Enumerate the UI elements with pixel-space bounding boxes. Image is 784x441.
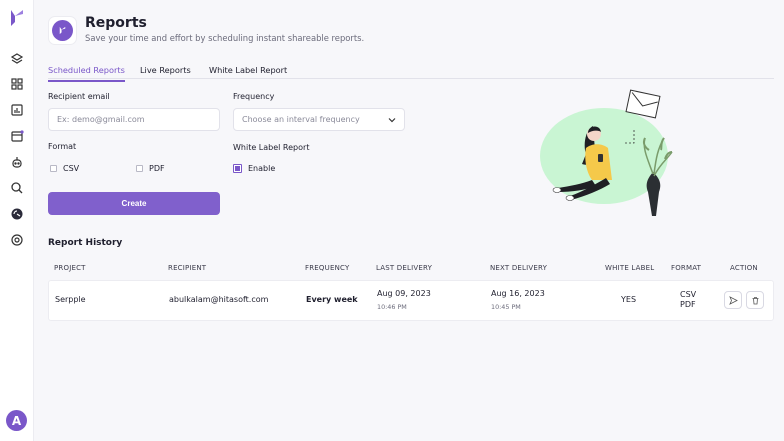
send-report-button[interactable]: [724, 291, 742, 309]
cell-frequency: Every week: [306, 295, 358, 304]
cell-next-delivery-date: Aug 16, 2023: [491, 289, 545, 298]
delete-report-button[interactable]: [746, 291, 764, 309]
format-csv-checkbox[interactable]: CSV: [50, 164, 79, 173]
report-icon[interactable]: [10, 207, 24, 221]
checkbox-box-checked[interactable]: [233, 164, 242, 173]
column-header: LAST DELIVERY: [376, 264, 433, 272]
white-label-report-label: White Label Report: [233, 143, 310, 152]
report-history-header: PROJECT RECIPIENT FREQUENCY LAST DELIVER…: [48, 259, 774, 279]
create-button[interactable]: Create: [48, 192, 220, 215]
send-icon: [728, 295, 738, 305]
grid-icon[interactable]: [10, 77, 24, 91]
tab-white-label-report[interactable]: White Label Report: [209, 65, 287, 80]
recipient-email-input[interactable]: Ex: demo@gmail.com: [48, 108, 220, 131]
cell-format-csv: CSV: [680, 290, 697, 299]
format-csv-label: CSV: [63, 164, 80, 173]
cell-last-delivery-date: Aug 09, 2023: [377, 289, 431, 298]
trash-icon: [752, 296, 758, 304]
tab-scheduled-reports[interactable]: Scheduled Reports: [48, 65, 125, 82]
app-logo[interactable]: [9, 8, 25, 28]
column-header: NEXT DELIVERY: [490, 264, 548, 272]
cell-format-pdf: PDF: [680, 300, 696, 309]
tab-live-reports[interactable]: Live Reports: [140, 65, 191, 80]
search-icon[interactable]: [10, 181, 24, 195]
settings-icon[interactable]: [10, 233, 24, 247]
cell-last-delivery-time: 10:46 PM: [377, 303, 407, 311]
avatar[interactable]: A: [6, 410, 27, 431]
bar-chart-icon[interactable]: [10, 103, 24, 117]
cell-next-delivery-time: 10:45 PM: [491, 303, 521, 311]
robot-icon[interactable]: [10, 155, 24, 169]
format-label: Format: [48, 142, 77, 151]
frequency-select[interactable]: Choose an interval frequency: [233, 108, 405, 131]
column-header: PROJECT: [54, 264, 86, 272]
checkbox-box[interactable]: [50, 165, 57, 172]
page-title: Reports: [85, 15, 147, 31]
checkbox-box[interactable]: [136, 165, 143, 172]
table-row: Serpple abulkalam@hitasoft.com Every wee…: [48, 280, 774, 321]
enable-label: Enable: [248, 164, 276, 173]
sidebar: A: [0, 0, 34, 441]
enable-white-label-checkbox[interactable]: Enable: [233, 164, 275, 173]
chevron-down-icon: [388, 118, 396, 123]
column-header: ACTION: [730, 264, 758, 272]
recipient-email-label: Recipient email: [48, 92, 110, 101]
cell-white-label: YES: [621, 295, 637, 304]
column-header: WHITE LABEL: [605, 264, 655, 272]
reports-logo-icon: [52, 20, 73, 41]
frequency-placeholder: Choose an interval frequency: [242, 115, 360, 124]
layers-icon[interactable]: [10, 52, 24, 66]
cell-recipient: abulkalam@hitasoft.com: [169, 295, 269, 304]
format-pdf-label: PDF: [149, 164, 165, 173]
calendar-icon[interactable]: [10, 129, 24, 143]
tabs: Scheduled Reports Live Reports White Lab…: [48, 59, 774, 82]
reports-illustration: [540, 89, 673, 216]
cell-project: Serpple: [55, 295, 86, 304]
recipient-email-placeholder: Ex: demo@gmail.com: [57, 115, 145, 124]
frequency-label: Frequency: [233, 92, 275, 101]
column-header: FORMAT: [671, 264, 702, 272]
report-history-title: Report History: [48, 238, 123, 248]
column-header: FREQUENCY: [305, 264, 350, 272]
reports-app-badge: [48, 16, 77, 45]
page-subtitle: Save your time and effort by scheduling …: [85, 33, 365, 43]
format-pdf-checkbox[interactable]: PDF: [136, 164, 165, 173]
column-header: RECIPIENT: [168, 264, 207, 272]
